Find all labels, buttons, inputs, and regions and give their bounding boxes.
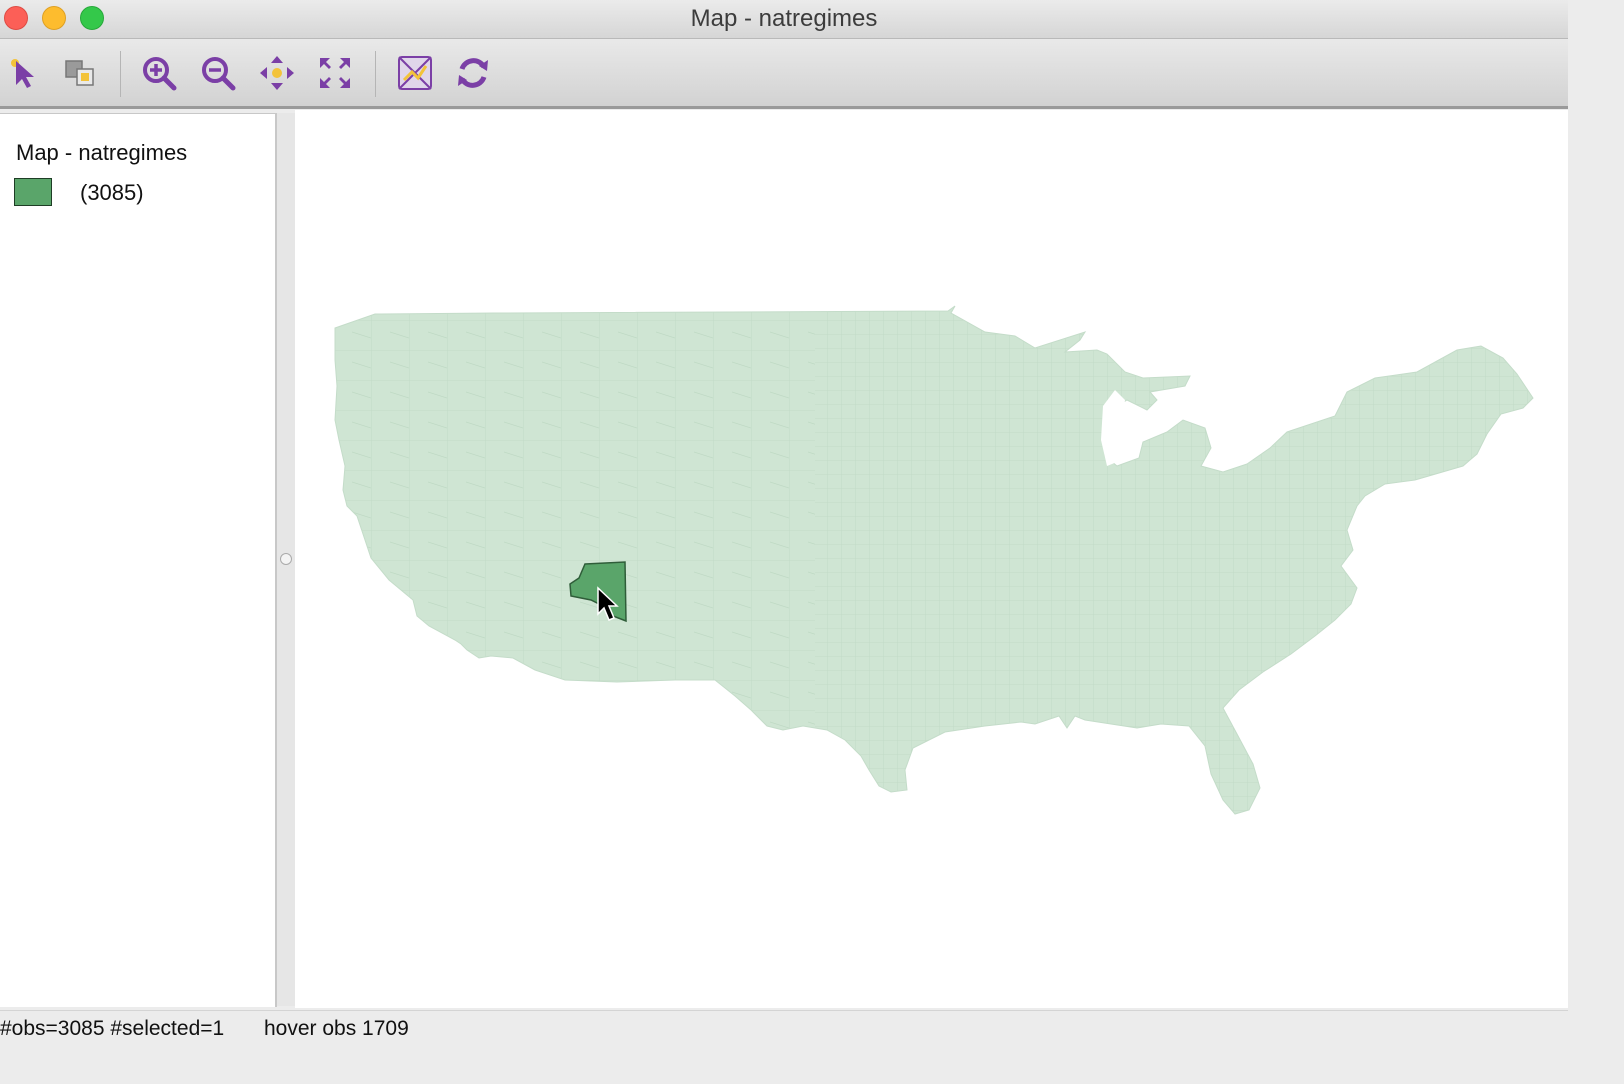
map-canvas[interactable] <box>295 110 1568 1008</box>
full-extent-button[interactable] <box>315 53 355 93</box>
toolbar <box>0 39 1568 109</box>
legend-swatch[interactable] <box>14 178 52 206</box>
zoom-out-icon <box>202 57 236 91</box>
title-bar: Map - natregimes <box>0 0 1568 39</box>
basemap-icon <box>398 56 432 90</box>
legend-panel: Map - natregimes (3085) <box>0 113 277 1007</box>
refresh-icon <box>458 58 488 88</box>
splitter-handle[interactable] <box>280 553 292 565</box>
legend-title: Map - natregimes <box>16 140 188 165</box>
pan-button[interactable] <box>257 53 297 93</box>
us-county-map[interactable] <box>295 110 1568 1008</box>
window-title: Map - natregimes <box>690 5 878 32</box>
zoom-in-icon <box>143 57 177 91</box>
select-tool-button[interactable] <box>4 53 44 93</box>
status-bar: #obs=3085 #selected=1 hover obs 1709 <box>0 1010 1568 1048</box>
selection-mode-icon <box>65 60 94 86</box>
selection-mode-button[interactable] <box>60 53 100 93</box>
select-arrow-icon <box>11 59 34 88</box>
status-counts: #obs=3085 #selected=1 <box>0 1017 225 1040</box>
legend-item-label: (3085) <box>80 180 144 205</box>
zoom-in-button[interactable] <box>139 53 179 93</box>
basemap-button[interactable] <box>395 53 435 93</box>
pan-icon <box>260 56 294 90</box>
panel-splitter[interactable] <box>277 113 295 1006</box>
full-extent-icon <box>320 58 350 88</box>
refresh-button[interactable] <box>453 53 493 93</box>
status-hover: hover obs 1709 <box>264 1017 409 1040</box>
zoom-out-button[interactable] <box>198 53 238 93</box>
